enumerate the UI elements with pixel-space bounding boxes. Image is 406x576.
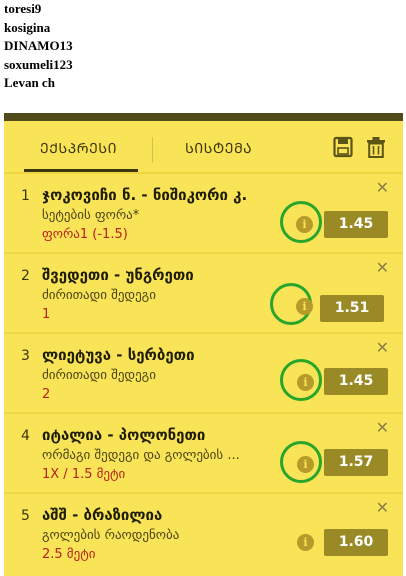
username: toresi9 — [4, 1, 42, 16]
market-name: გოლების რაოდენობა — [42, 528, 180, 543]
tab-system[interactable]: ᲡᲘᲡᲢᲔᲛᲐ — [185, 139, 252, 158]
match-name: შვედეთი - უნგრეთი — [42, 266, 194, 284]
bet-item: 3 ლიეტუვა - სერბეთი ძირითადი შედეგი 2 ✕ … — [4, 334, 403, 414]
bet-number: 2 — [21, 268, 30, 284]
info-icon[interactable]: i — [297, 534, 314, 551]
betslip-tabs: ᲔᲥᲡᲞᲠᲔᲡᲘ ᲡᲘᲡᲢᲔᲛᲐ — [4, 121, 403, 173]
info-icon[interactable]: i — [296, 216, 313, 233]
username: kosigina — [4, 19, 51, 35]
bet-number: 1 — [21, 188, 30, 204]
info-icon[interactable]: i — [297, 374, 314, 391]
close-icon[interactable]: ✕ — [376, 418, 389, 437]
username: DINAMO13 — [4, 38, 73, 53]
bet-number: 3 — [21, 348, 30, 364]
save-icon[interactable] — [333, 136, 353, 158]
close-icon[interactable]: ✕ — [376, 178, 389, 197]
close-icon[interactable]: ✕ — [376, 258, 389, 277]
selected-outcome: 2 — [42, 387, 51, 402]
match-name: ლიეტუვა - სერბეთი — [42, 346, 195, 364]
market-name: ძირითადი შედეგი — [42, 368, 156, 383]
tab-express[interactable]: ᲔᲥᲡᲞᲠᲔᲡᲘ — [40, 139, 117, 158]
selected-outcome: 2.5 მეტი — [42, 547, 96, 562]
bet-item: 1 ჯოკოვიჩი ნ. - ნიშიკორი კ. სეტების ფორა… — [4, 174, 403, 254]
bet-item: 5 აშშ - ბრაზილია გოლების რაოდენობა 2.5 მ… — [4, 494, 403, 572]
bet-item: 2 შვედეთი - უნგრეთი ძირითადი შედეგი 1 ✕ … — [4, 254, 403, 334]
bet-item: 4 იტალია - პოლონეთი ორმაგი შედეგი და გოლ… — [4, 414, 403, 494]
odds-value[interactable]: 1.57 — [324, 449, 388, 476]
panel-top-bar — [4, 113, 403, 121]
selected-outcome: ფორა1 (-1.5) — [42, 227, 128, 242]
odds-value[interactable]: 1.45 — [324, 368, 388, 395]
selected-outcome: 1 — [42, 307, 51, 322]
username: soxumeli123 — [4, 56, 73, 72]
odds-value[interactable]: 1.60 — [324, 529, 388, 556]
selected-outcome: 1X / 1.5 მეტი — [42, 467, 126, 482]
tab-divider — [152, 137, 153, 163]
match-name: იტალია - პოლონეთი — [42, 426, 206, 444]
market-name: ორმაგი შედეგი და გოლების ... — [42, 448, 240, 463]
info-icon[interactable]: i — [297, 456, 314, 473]
market-name: ძირითადი შედეგი — [42, 288, 156, 303]
trash-icon[interactable] — [366, 136, 386, 158]
market-name: სეტების ფორა* — [42, 208, 140, 223]
odds-value[interactable]: 1.45 — [324, 211, 388, 238]
close-icon[interactable]: ✕ — [376, 338, 389, 357]
bet-number: 4 — [21, 428, 30, 444]
match-name: აშშ - ბრაზილია — [42, 506, 163, 524]
info-icon[interactable]: i — [296, 298, 313, 315]
odds-value[interactable]: 1.51 — [320, 295, 384, 322]
username-list: toresi9 kosigina DINAMO13 soxumeli123 Le… — [4, 0, 204, 93]
close-icon[interactable]: ✕ — [376, 498, 389, 517]
username: Levan ch — [4, 75, 55, 90]
match-name: ჯოკოვიჩი ნ. - ნიშიკორი კ. — [42, 186, 248, 204]
bet-number: 5 — [21, 508, 30, 524]
betslip-panel: ᲔᲥᲡᲞᲠᲔᲡᲘ ᲡᲘᲡᲢᲔᲛᲐ 1 ჯოკოვიჩი ნ. - ნიშიკორ… — [4, 113, 403, 576]
